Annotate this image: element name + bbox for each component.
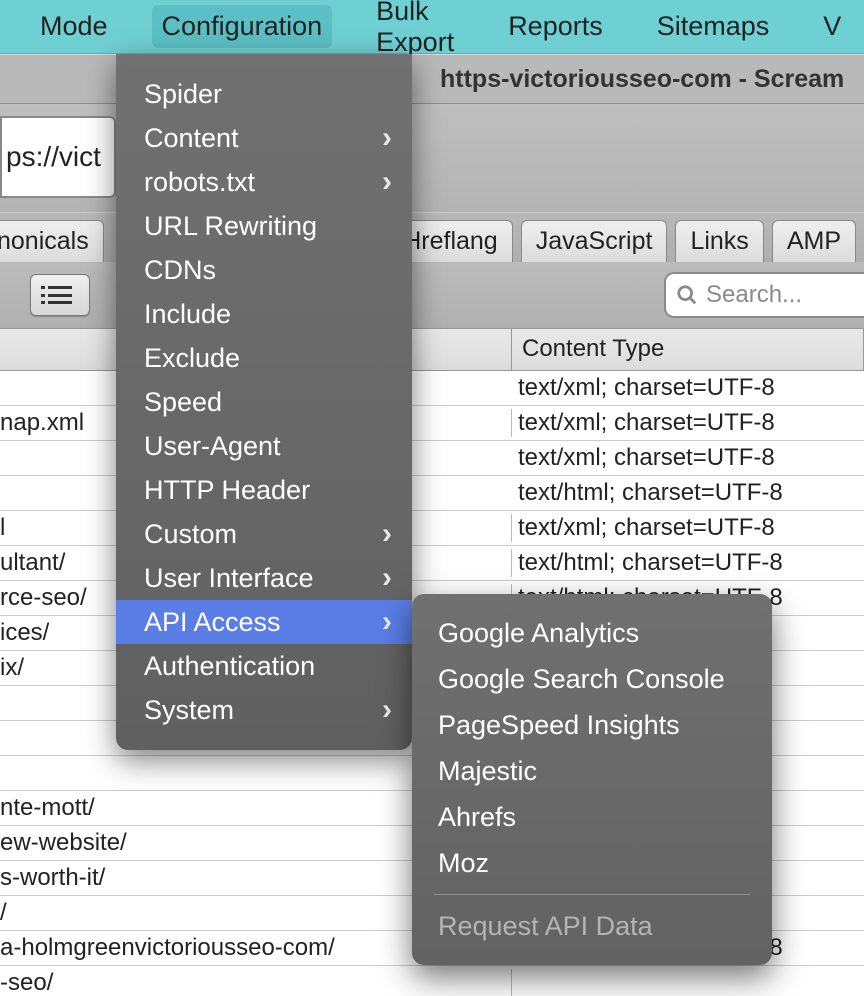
- menu-item-authentication[interactable]: Authentication: [116, 644, 412, 688]
- cell-content-type: text/xml; charset=UTF-8: [512, 409, 864, 437]
- tab-javascript[interactable]: JavaScript: [521, 220, 668, 262]
- menu-reports[interactable]: Reports: [498, 5, 613, 48]
- chevron-right-icon: ›: [382, 121, 392, 155]
- submenu-item-pagespeed-insights[interactable]: PageSpeed Insights: [412, 702, 772, 748]
- url-input[interactable]: ps://vict: [0, 116, 116, 198]
- chevron-right-icon: ›: [382, 165, 392, 199]
- tab-amp[interactable]: AMP: [772, 220, 856, 262]
- menu-item-label: Content: [144, 123, 239, 154]
- menu-cut[interactable]: V: [813, 5, 851, 48]
- submenu-item-moz[interactable]: Moz: [412, 840, 772, 886]
- chevron-right-icon: ›: [382, 605, 392, 639]
- menu-item-label: System: [144, 695, 234, 726]
- submenu-item-ahrefs[interactable]: Ahrefs: [412, 794, 772, 840]
- cell-content-type: text/html; charset=UTF-8: [512, 549, 864, 577]
- submenu-item-majestic[interactable]: Majestic: [412, 748, 772, 794]
- menu-item-api-access[interactable]: API Access ›: [116, 600, 412, 644]
- menu-mode[interactable]: Mode: [30, 5, 118, 48]
- menu-item-label: HTTP Header: [144, 475, 310, 506]
- menu-item-label: Authentication: [144, 651, 315, 682]
- menu-item-exclude[interactable]: Exclude: [116, 336, 412, 380]
- tab-canonicals[interactable]: nonicals: [0, 220, 104, 262]
- list-icon: [48, 286, 72, 304]
- chevron-right-icon: ›: [382, 517, 392, 551]
- menu-item-label: URL Rewriting: [144, 211, 317, 242]
- menu-item-label: User Interface: [144, 563, 314, 594]
- menu-sitemaps[interactable]: Sitemaps: [647, 5, 780, 48]
- cell-url: -seo/: [0, 969, 512, 996]
- menu-item-spider[interactable]: Spider: [116, 72, 412, 116]
- submenu-item-request-api-data: Request API Data: [412, 903, 772, 949]
- submenu-item-google-search-console[interactable]: Google Search Console: [412, 656, 772, 702]
- cell-content-type: text/xml; charset=UTF-8: [512, 444, 864, 472]
- chevron-right-icon: ›: [382, 693, 392, 727]
- menu-bar: Mode Configuration Bulk Export Reports S…: [0, 0, 864, 54]
- cell-content-type: text/html; charset=UTF-8: [512, 479, 864, 507]
- menu-item-url-rewriting[interactable]: URL Rewriting: [116, 204, 412, 248]
- tab-links[interactable]: Links: [675, 220, 763, 262]
- menu-item-content[interactable]: Content ›: [116, 116, 412, 160]
- menu-configuration[interactable]: Configuration: [152, 5, 333, 48]
- api-access-submenu: Google AnalyticsGoogle Search ConsolePag…: [412, 594, 772, 965]
- submenu-separator: [434, 894, 750, 895]
- menu-item-label: Exclude: [144, 343, 240, 374]
- th-content-type[interactable]: Content Type: [512, 329, 864, 370]
- menu-item-label: Spider: [144, 79, 222, 110]
- menu-item-label: API Access: [144, 607, 281, 638]
- window-title-text: https-victoriousseo-com - Scream: [440, 65, 844, 94]
- menu-item-robots-txt[interactable]: robots.txt ›: [116, 160, 412, 204]
- search-icon: [676, 284, 698, 306]
- table-row[interactable]: -seo/: [0, 966, 864, 996]
- menu-item-user-interface[interactable]: User Interface ›: [116, 556, 412, 600]
- submenu-item-google-analytics[interactable]: Google Analytics: [412, 610, 772, 656]
- menu-item-user-agent[interactable]: User-Agent: [116, 424, 412, 468]
- menu-item-label: Custom: [144, 519, 237, 550]
- menu-item-label: robots.txt: [144, 167, 255, 198]
- url-input-text: ps://vict: [6, 141, 101, 173]
- configuration-menu: Spider Content › robots.txt › URL Rewriting CD…: [116, 54, 412, 750]
- cell-content-type: text/xml; charset=UTF-8: [512, 514, 864, 542]
- menu-item-label: User-Agent: [144, 431, 281, 462]
- chevron-right-icon: ›: [382, 561, 392, 595]
- search-placeholder: Search...: [706, 281, 802, 309]
- search-input[interactable]: Search...: [664, 272, 864, 318]
- menu-item-label: Speed: [144, 387, 222, 418]
- list-view-button[interactable]: [30, 274, 90, 316]
- menu-item-speed[interactable]: Speed: [116, 380, 412, 424]
- menu-item-label: Include: [144, 299, 231, 330]
- menu-item-system[interactable]: System ›: [116, 688, 412, 732]
- cell-content-type: text/xml; charset=UTF-8: [512, 374, 864, 402]
- menu-item-label: CDNs: [144, 255, 216, 286]
- menu-item-http-header[interactable]: HTTP Header: [116, 468, 412, 512]
- menu-item-custom[interactable]: Custom ›: [116, 512, 412, 556]
- menu-item-include[interactable]: Include: [116, 292, 412, 336]
- menu-item-cdns[interactable]: CDNs: [116, 248, 412, 292]
